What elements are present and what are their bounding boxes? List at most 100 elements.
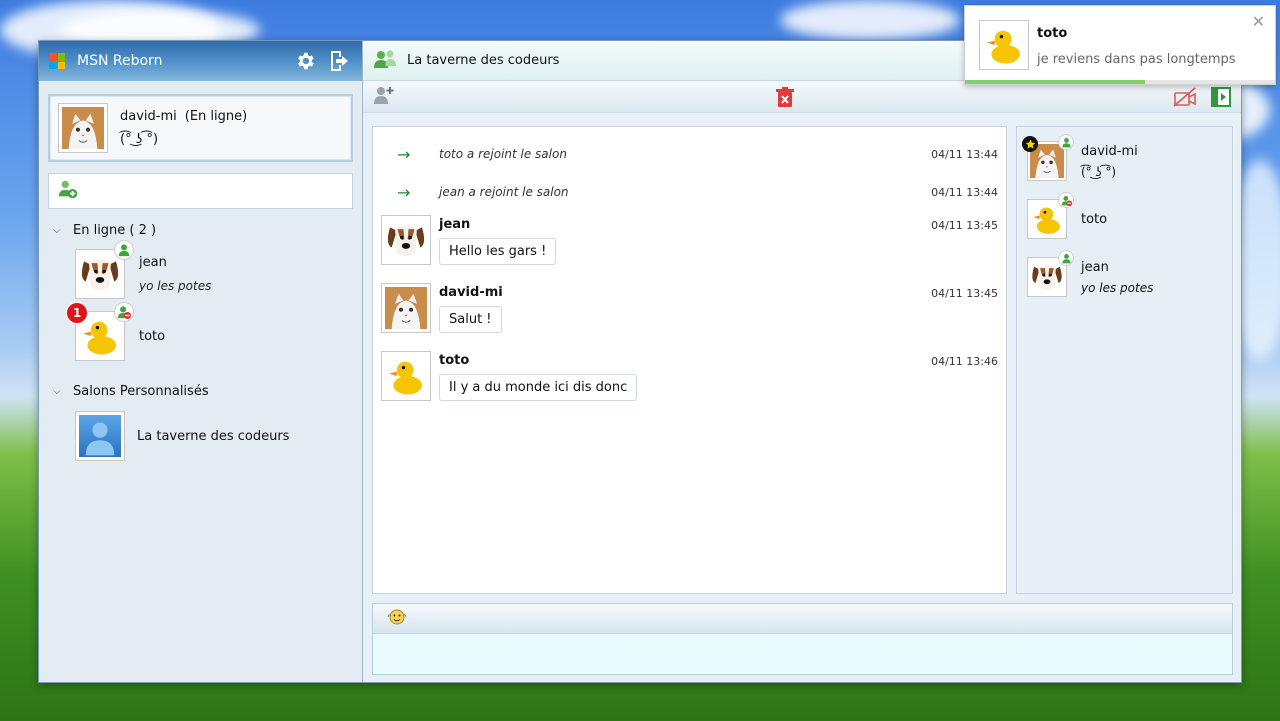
message-bubble: Salut !	[439, 306, 502, 333]
emoji-icon[interactable]	[387, 608, 407, 630]
windows-logo-icon	[49, 53, 65, 69]
member-name: jean	[1081, 259, 1109, 275]
avatar[interactable]	[381, 283, 431, 333]
close-icon[interactable]: ✕	[1252, 12, 1265, 31]
member-item[interactable]: jean yo les potes	[1027, 250, 1232, 301]
add-member-icon[interactable]	[373, 85, 395, 109]
member-text: jean yo les potes	[1081, 260, 1153, 295]
member-item[interactable]: david-mi (͡° ͜ʖ ͡°)	[1022, 134, 1232, 185]
room-toolbar	[363, 81, 1241, 113]
member-message: yo les potes	[1081, 280, 1154, 295]
rooms-group-header[interactable]: ⌵ Salons Personnalisés	[53, 384, 362, 399]
app-title: MSN Reborn	[77, 53, 163, 69]
notification-message: je reviens dans pas longtemps	[1037, 52, 1236, 67]
busy-status-icon	[114, 302, 134, 322]
message-body: jean Hello les gars !	[439, 215, 557, 275]
message-time: 04/11 13:44	[931, 147, 998, 161]
online-group-header[interactable]: ⌵ En ligne ( 2 )	[53, 223, 362, 238]
online-status-icon	[1058, 250, 1074, 266]
app-window: MSN Reborn david-mi (En ligne) (͡° ͜ʖ ͡°)	[38, 40, 1242, 683]
online-status-icon	[1058, 134, 1074, 150]
duck-avatar-image	[385, 355, 427, 397]
mute-icon[interactable]	[1173, 87, 1197, 111]
room-users-icon	[373, 48, 397, 74]
message-author: david-mi	[439, 285, 503, 300]
message-bubble: Il y a du monde ici dis donc	[439, 374, 638, 401]
duck-avatar-image	[79, 315, 121, 357]
member-item[interactable]: toto	[1027, 192, 1232, 243]
message-bubble: Hello les gars !	[439, 238, 557, 265]
chevron-down-icon[interactable]: ⌵	[53, 386, 65, 397]
contact-message: yo les potes	[139, 279, 212, 293]
room-icon	[79, 415, 121, 457]
message-author: jean	[439, 217, 471, 232]
online-group-label: En ligne ( 2 )	[73, 223, 157, 238]
message-body: toto Il y a du monde ici dis donc	[439, 351, 638, 411]
room-title: La taverne des codeurs	[407, 53, 560, 68]
avatar[interactable]	[58, 103, 108, 153]
message-author: toto	[439, 353, 470, 368]
avatar	[1027, 192, 1074, 239]
avatar	[979, 20, 1029, 70]
avatar	[1027, 250, 1074, 297]
composer-toolbar	[373, 604, 1232, 634]
contact-text: toto	[139, 329, 165, 344]
online-status-icon	[114, 240, 134, 260]
message-body: david-mi Salut !	[439, 283, 503, 343]
message-time: 04/11 13:45	[931, 287, 998, 300]
settings-icon[interactable]	[292, 48, 318, 74]
sidebar-titlebar: MSN Reborn	[39, 41, 362, 81]
profile-name-line: david-mi (En ligne)	[120, 109, 247, 124]
room-item[interactable]: La taverne des codeurs	[75, 411, 362, 461]
system-message: → toto a rejoint le salon 04/11 13:44	[373, 135, 1006, 173]
sidebar: MSN Reborn david-mi (En ligne) (͡° ͜ʖ ͡°)	[39, 41, 363, 682]
avatar[interactable]	[381, 215, 431, 265]
user-profile-card[interactable]: david-mi (En ligne) (͡° ͜ʖ ͡°)	[48, 94, 353, 162]
cat-avatar-image	[385, 287, 427, 329]
add-contact-icon[interactable]	[57, 178, 79, 204]
duck-avatar-image	[1030, 202, 1064, 236]
system-message-text: toto a rejoint le salon	[439, 147, 567, 161]
close-panel-icon[interactable]	[1211, 87, 1231, 111]
message-input[interactable]	[373, 634, 1232, 674]
profile-mood[interactable]: (͡° ͜ʖ ͡°)	[120, 132, 247, 147]
contact-name: jean	[139, 255, 167, 270]
contact-item-toto[interactable]: 1 toto	[66, 302, 362, 362]
avatar[interactable]	[381, 351, 431, 401]
avatar: 1	[66, 302, 134, 361]
avatar	[75, 240, 134, 299]
contact-name: toto	[139, 328, 166, 344]
notification-progress	[965, 80, 1275, 84]
admin-star-icon	[1022, 136, 1038, 152]
dog-avatar-image	[1030, 260, 1064, 294]
chevron-down-icon[interactable]: ⌵	[53, 225, 65, 236]
profile-info: david-mi (En ligne) (͡° ͜ʖ ͡°)	[120, 109, 247, 147]
arrow-right-icon: →	[397, 144, 411, 164]
notification-toast[interactable]: toto je reviens dans pas longtemps ✕	[964, 5, 1276, 85]
member-text: toto	[1081, 212, 1107, 227]
system-message-text: jean a rejoint le salon	[439, 185, 569, 199]
unread-badge: 1	[66, 302, 88, 324]
message-list: → toto a rejoint le salon 04/11 13:44 → …	[372, 126, 1007, 594]
member-text: david-mi (͡° ͜ʖ ͡°)	[1081, 144, 1138, 179]
message-time: 04/11 13:46	[931, 355, 998, 368]
profile-status[interactable]: (En ligne)	[185, 109, 247, 124]
message-composer	[372, 603, 1233, 675]
delete-room-icon[interactable]	[776, 87, 794, 111]
profile-name: david-mi	[120, 109, 177, 124]
dog-avatar-image	[385, 219, 427, 261]
message-time: 04/11 13:45	[931, 219, 998, 232]
chat-panel: La taverne des codeurs → toto a rejoint …	[363, 41, 1241, 682]
member-name: toto	[1081, 211, 1108, 227]
room-name: La taverne des codeurs	[137, 428, 290, 444]
chat-message: david-mi Salut ! 04/11 13:45	[373, 283, 1006, 343]
add-contact-bar[interactable]	[48, 173, 353, 209]
member-message: (͡° ͜ʖ ͡°)	[1081, 164, 1117, 179]
contact-item-jean[interactable]: jean yo les potes	[75, 240, 362, 300]
busy-status-icon	[1058, 192, 1074, 208]
message-time: 04/11 13:44	[931, 185, 998, 199]
logout-icon[interactable]	[326, 48, 352, 74]
notification-progress-fill	[965, 80, 1145, 84]
duck-avatar-image	[983, 24, 1025, 66]
contact-text: jean yo les potes	[139, 255, 211, 293]
